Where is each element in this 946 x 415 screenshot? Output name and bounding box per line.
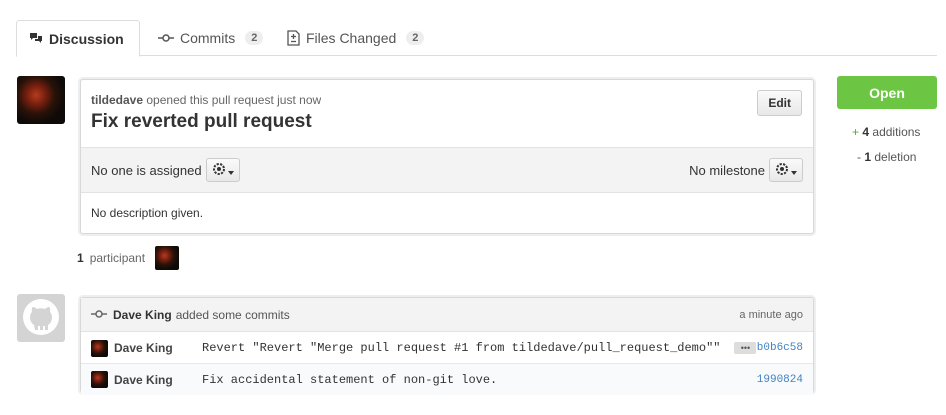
commits-timestamp: a minute ago [739,308,803,321]
commit-icon [158,33,174,43]
pull-request-tabs: Discussion Commits 2 Files Changed 2 [16,20,937,57]
commits-header: Dave King added some commits a minute ag… [81,298,813,332]
edit-button[interactable]: Edit [757,90,802,116]
commit-sha-link[interactable]: 1990824 [757,374,803,386]
status-badge: Open [837,76,937,109]
commit-sha-link[interactable]: b0b6c58 [757,342,803,354]
additions-count: 4 [862,125,870,139]
octocat-icon [21,297,61,340]
assignee-gear-button[interactable] [205,158,240,182]
gear-icon [212,162,226,179]
participants: 1 participant [77,246,180,270]
pull-request-header: tildedave opened this pull request just … [81,80,813,147]
commit-message[interactable]: Revert "Revert "Merge pull request #1 fr… [202,341,720,355]
meta-text: opened this pull request just now [146,93,322,107]
tab-commits[interactable]: Commits 2 [146,20,275,56]
chevron-down-icon [791,163,797,178]
commits-count-badge: 2 [245,31,264,45]
assignee-text: No one is assigned [91,162,202,178]
tab-discussion[interactable]: Discussion [16,20,140,57]
tab-label: Files Changed [306,30,397,46]
pull-request-box: tildedave opened this pull request just … [80,79,814,234]
commit-icon [91,308,107,322]
commit-row: Dave King Revert "Revert "Merge pull req… [81,333,813,364]
tab-label: Commits [180,30,236,46]
author-link[interactable]: tildedave [91,93,143,107]
milestone-text: No milestone [689,162,765,178]
chevron-down-icon [227,163,234,178]
pull-request-description: No description given. [91,206,204,220]
additions-label: additions [872,125,921,139]
expand-commit-message-button[interactable]: ••• [734,342,757,354]
participant-label: participant [89,251,146,265]
deletions-count: 1 [864,150,872,164]
deletions-stat: - 1 deletion [857,150,917,164]
commit-row: Dave King Fix accidental statement of no… [81,364,813,395]
tab-label: Discussion [49,30,124,47]
commit-author[interactable]: Dave King [114,341,202,355]
participant-count: 1 [77,251,84,265]
commit-author[interactable]: Dave King [114,373,202,387]
page-title: Fix reverted pull request [91,111,312,132]
milestone-gear-button[interactable] [769,158,803,182]
additions-stat: + 4 additions [852,125,921,139]
author-avatar[interactable] [17,76,65,124]
commit-author-avatar[interactable] [91,339,108,357]
participant-avatar[interactable] [155,246,180,270]
assignee-milestone-bar: No one is assigned No milestone [81,147,813,193]
commit-message[interactable]: Fix accidental statement of non-git love… [202,373,497,387]
octocat-avatar[interactable] [17,294,65,342]
files-count-badge: 2 [406,31,425,45]
gear-icon [775,162,789,179]
discussion-icon [29,32,43,45]
pull-request-meta: tildedave opened this pull request just … [91,93,803,107]
commits-box: Dave King added some commits a minute ag… [80,297,814,395]
deletions-label: deletion [874,150,917,164]
commit-author-avatar[interactable] [91,371,108,388]
tab-files-changed[interactable]: Files Changed 2 [275,20,436,56]
commits-action-text: added some commits [175,307,290,322]
file-diff-icon [287,30,300,46]
commit-author-link[interactable]: Dave King [113,308,172,322]
